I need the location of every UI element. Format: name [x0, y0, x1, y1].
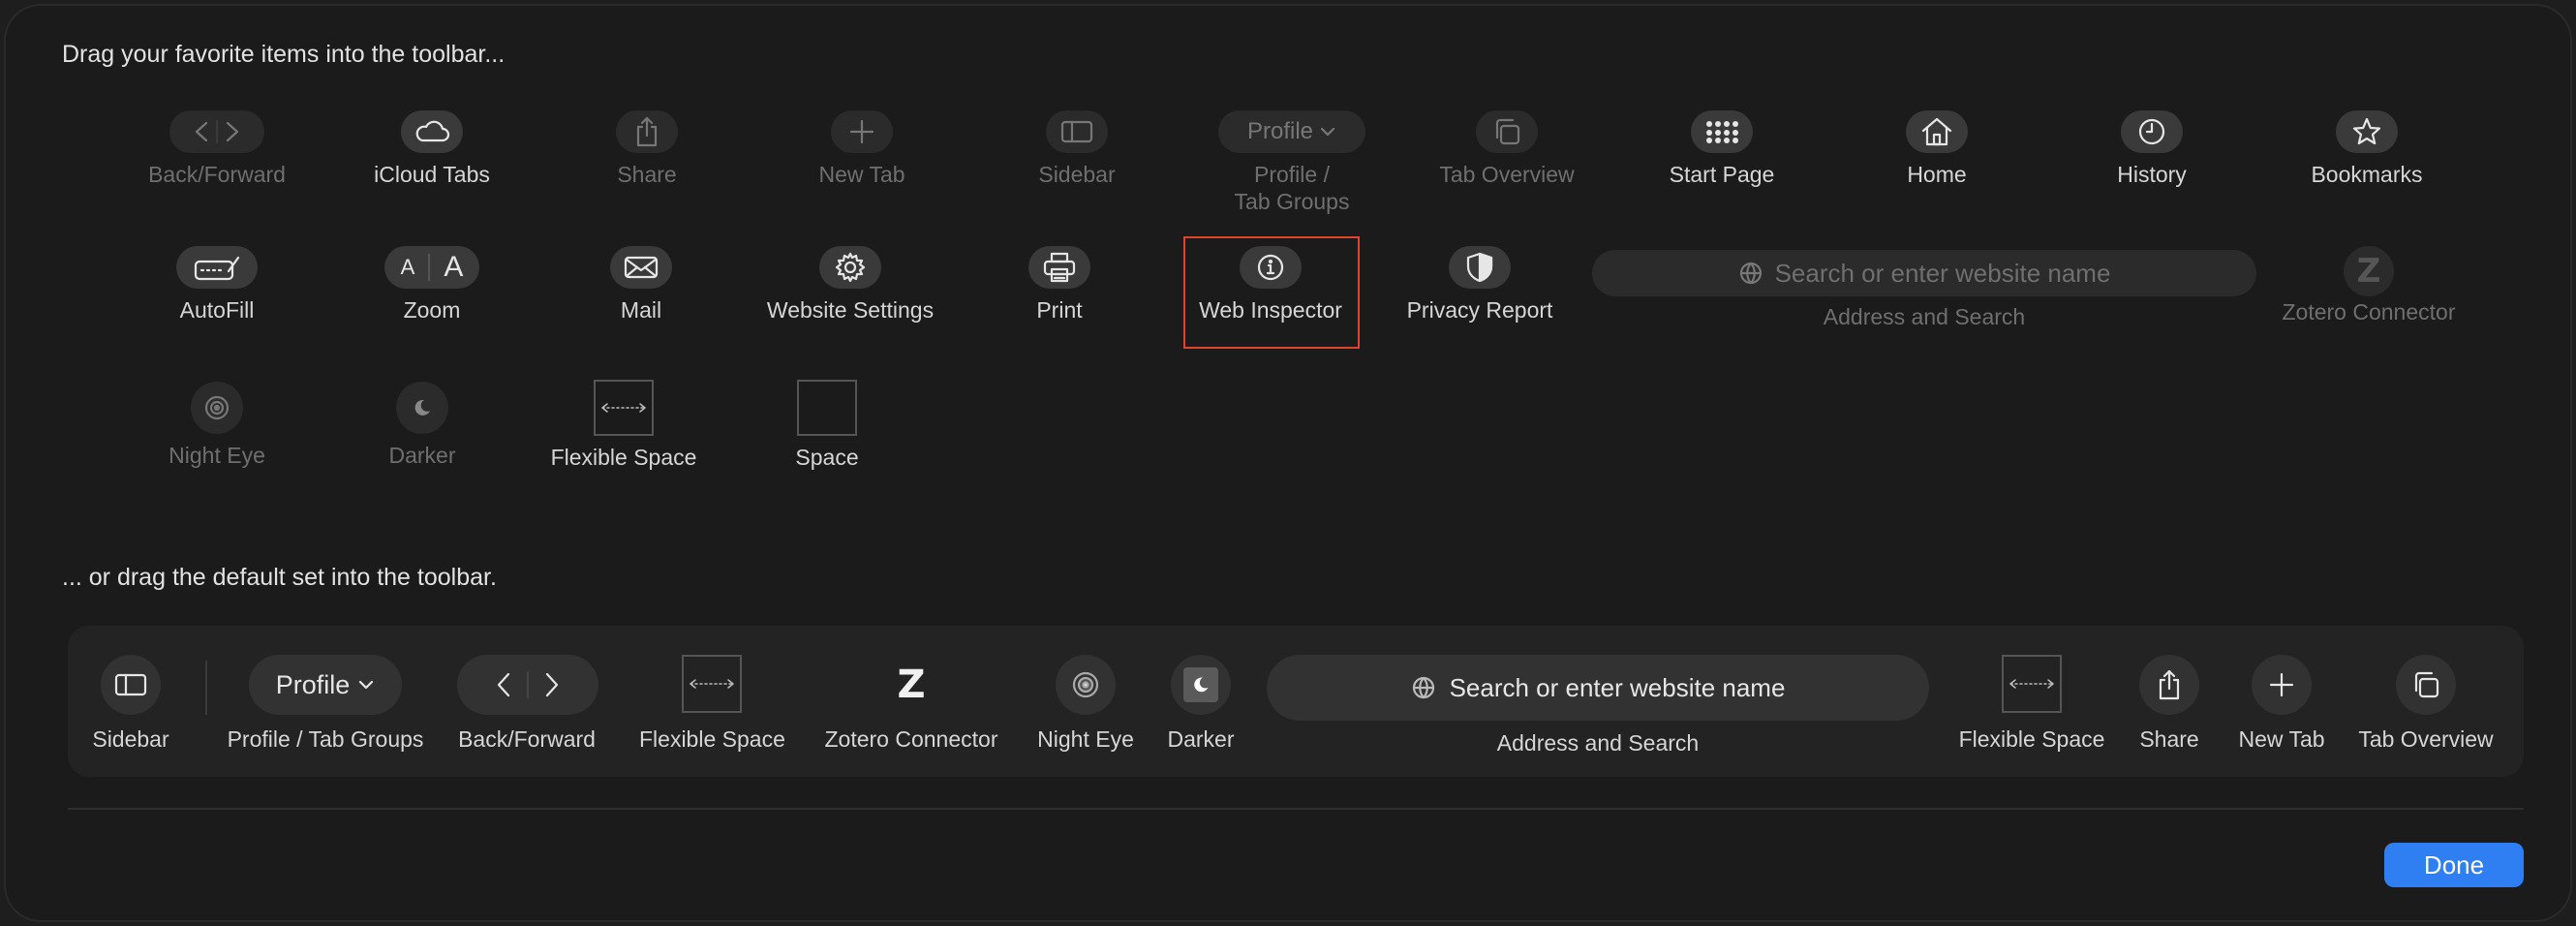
zoom-icon: A — [400, 255, 415, 279]
palette-address-field[interactable]: Search or enter website name — [1592, 250, 2256, 296]
default-sidebar: Sidebar — [87, 655, 174, 753]
selection-highlight — [1183, 236, 1360, 349]
palette-zoom[interactable]: A A Zoom — [325, 246, 538, 324]
palette-privacy-report[interactable]: Privacy Report — [1373, 246, 1586, 324]
default-tab-overview: Tab Overview — [2353, 655, 2499, 753]
chevron-down-icon — [1320, 127, 1335, 137]
divider — [68, 808, 2524, 810]
autofill-icon — [194, 256, 240, 281]
back-forward-icon — [497, 670, 559, 699]
palette-bookmarks[interactable]: Bookmarks — [2260, 110, 2473, 188]
palette-new-tab[interactable]: New Tab — [755, 110, 968, 188]
default-new-tab: New Tab — [2233, 655, 2330, 753]
plus-icon — [849, 119, 874, 144]
default-toolbar-set[interactable]: Sidebar Profile Profile / Tab Groups Bac… — [68, 626, 2524, 777]
flexible-space-icon — [2009, 679, 2054, 689]
toolbar-separator — [205, 661, 207, 715]
moon-icon — [1194, 677, 1209, 693]
tab-overview-icon — [1495, 118, 1520, 145]
favorites-heading: Drag your favorite items into the toolba… — [62, 41, 506, 68]
globe-icon — [1739, 262, 1762, 285]
palette-space[interactable]: Space — [721, 380, 934, 471]
flexible-space-icon — [601, 403, 646, 413]
star-icon — [2352, 117, 2381, 145]
cloud-icon — [415, 120, 450, 142]
palette-address-label: Address and Search — [1823, 304, 2026, 329]
clock-icon — [2138, 118, 2165, 145]
palette-history[interactable]: History — [2045, 110, 2258, 188]
globe-icon — [1412, 676, 1434, 699]
palette-tab-overview[interactable]: Tab Overview — [1400, 110, 1613, 188]
palette-start-page[interactable]: Start Page — [1615, 110, 1828, 188]
default-profile-tab-groups: Profile Profile / Tab Groups — [223, 655, 428, 753]
share-icon — [636, 116, 658, 147]
moon-icon — [414, 399, 430, 416]
palette-print[interactable]: Print — [953, 246, 1166, 324]
grid-icon — [1706, 121, 1738, 143]
flexible-space-icon — [690, 679, 734, 689]
default-set-heading: ... or drag the default set into the too… — [62, 564, 497, 591]
default-address-label: Address and Search — [1496, 730, 1700, 756]
space-icon — [797, 380, 857, 436]
palette-share[interactable]: Share — [540, 110, 753, 188]
tab-overview-icon — [2414, 671, 2439, 698]
default-darker: Darker — [1162, 655, 1240, 753]
default-flexible-space-1: Flexible Space — [639, 655, 785, 753]
palette-website-settings[interactable]: Website Settings — [744, 246, 957, 324]
back-forward-icon — [195, 119, 239, 144]
printer-icon — [1043, 252, 1076, 283]
sidebar-icon — [1060, 120, 1093, 143]
palette-autofill[interactable]: AutoFill — [110, 246, 323, 324]
palette-zotero-connector[interactable]: Z Zotero Connector — [2262, 246, 2475, 325]
home-icon — [1921, 117, 1952, 146]
palette-back-forward[interactable]: Back/Forward — [110, 110, 323, 188]
shield-icon — [1466, 252, 1493, 283]
mail-icon — [624, 256, 659, 279]
palette-flexible-space[interactable]: Flexible Space — [517, 380, 730, 471]
default-night-eye: Night Eye — [1032, 655, 1139, 753]
gear-icon — [835, 252, 866, 283]
default-share: Share — [2131, 655, 2208, 753]
zotero-icon: Z — [897, 663, 926, 707]
default-zotero-connector: Z Zotero Connector — [824, 663, 998, 752]
palette-darker[interactable]: Darker — [316, 382, 529, 469]
palette-profile-tab-groups[interactable]: Profile Profile / Tab Groups — [1185, 110, 1398, 215]
palette-mail[interactable]: Mail — [535, 246, 748, 324]
default-flexible-space-2: Flexible Space — [1954, 655, 2109, 753]
customize-toolbar-sheet: Drag your favorite items into the toolba… — [6, 6, 2570, 920]
zotero-icon: Z — [2356, 252, 2381, 291]
palette-sidebar[interactable]: Sidebar — [970, 110, 1183, 188]
eye-icon — [1072, 671, 1099, 698]
palette-night-eye[interactable]: Night Eye — [110, 382, 323, 469]
done-button[interactable]: Done — [2384, 843, 2524, 887]
plus-icon — [2269, 672, 2294, 697]
default-back-forward: Back/Forward — [457, 655, 598, 753]
sidebar-icon — [114, 673, 147, 696]
palette-icloud-tabs[interactable]: iCloud Tabs — [325, 110, 538, 188]
default-address-field: Search or enter website name — [1267, 655, 1929, 721]
share-icon — [2159, 669, 2180, 700]
palette-home[interactable]: Home — [1830, 110, 2043, 188]
chevron-down-icon — [359, 680, 374, 690]
eye-icon — [204, 395, 230, 420]
